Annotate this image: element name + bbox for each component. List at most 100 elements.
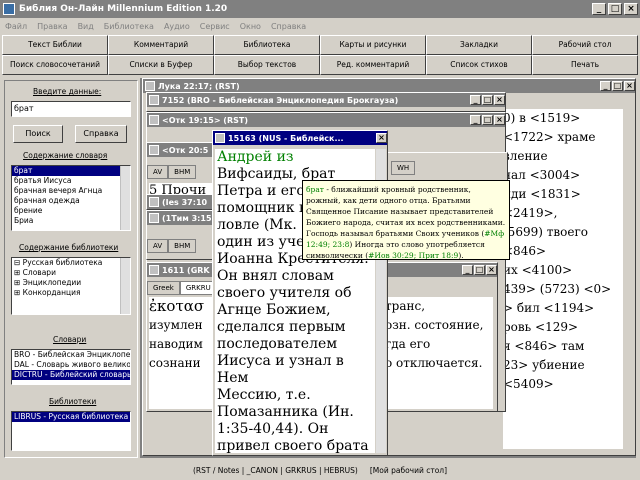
phrase-search-button[interactable]: Поиск словосочетаний bbox=[2, 55, 108, 75]
text-line: Иисуса и узнал в Нем bbox=[217, 353, 344, 386]
library-tree[interactable]: ⊟ Русская библиотека ⊞ Словари ⊞ Энцикло… bbox=[11, 257, 131, 315]
text-line: Он внял словам bbox=[217, 268, 334, 284]
tooltip-body: ). bbox=[458, 251, 464, 260]
text-line: вление bbox=[503, 149, 548, 163]
close-button[interactable]: × bbox=[624, 81, 635, 91]
close-button[interactable]: × bbox=[494, 115, 505, 125]
text-line: 0) в <1519> bbox=[503, 111, 581, 125]
close-button[interactable]: × bbox=[376, 133, 387, 143]
window-icon bbox=[145, 81, 155, 91]
libraries-list[interactable]: LIBRUS - Русская библиотека bbox=[11, 411, 131, 451]
menu-edit[interactable]: Правка bbox=[32, 22, 72, 31]
list-item[interactable]: DAL - Словарь живого велико bbox=[12, 360, 130, 370]
search-button[interactable]: Поиск bbox=[13, 125, 63, 143]
maximize-button[interactable]: □ bbox=[482, 115, 493, 125]
edit-commentary-button[interactable]: Ред. комментарий bbox=[320, 55, 426, 75]
library-contents-label: Содержание библиотеки bbox=[19, 243, 119, 252]
desktop-button[interactable]: Рабочий стол bbox=[532, 35, 638, 55]
tooltip-body: - ближайший кровный родственник, рожный,… bbox=[306, 185, 506, 238]
print-button[interactable]: Печать bbox=[532, 55, 638, 75]
scrollbar[interactable] bbox=[120, 258, 130, 314]
tab-av[interactable]: AV bbox=[147, 165, 169, 179]
window-icon bbox=[149, 115, 159, 125]
menu-view[interactable]: Вид bbox=[73, 22, 99, 31]
list-item[interactable]: брачная одежда bbox=[12, 196, 130, 206]
wh-window[interactable]: WH bbox=[370, 152, 508, 182]
list-item[interactable]: LIBRUS - Русская библиотека bbox=[12, 412, 130, 422]
maximize-button[interactable]: □ bbox=[608, 3, 622, 15]
scrollbar[interactable] bbox=[120, 166, 130, 230]
select-texts-button[interactable]: Выбор текстов bbox=[214, 55, 320, 75]
list-item[interactable]: DICTRU - Библейский словарь bbox=[12, 370, 130, 380]
tab-av[interactable]: AV bbox=[147, 239, 169, 253]
left-panel: Введите данные: брат Поиск Справка Содер… bbox=[4, 80, 138, 458]
menu-service[interactable]: Сервис bbox=[195, 22, 235, 31]
highlight-word[interactable]: Андрей из bbox=[217, 149, 294, 165]
list-item[interactable]: брачная вечеря Агнца bbox=[12, 186, 130, 196]
help-button[interactable]: Справка bbox=[75, 125, 127, 143]
maximize-button[interactable]: □ bbox=[482, 95, 493, 105]
library-button[interactable]: Библиотека bbox=[214, 35, 320, 55]
minimize-button[interactable]: _ bbox=[600, 81, 611, 91]
search-input[interactable]: брат bbox=[11, 101, 131, 117]
maximize-button[interactable]: □ bbox=[612, 81, 623, 91]
tree-item[interactable]: ⊞ Конкорданция bbox=[12, 288, 130, 298]
menu-window[interactable]: Окно bbox=[235, 22, 266, 31]
toolbar: Текст Библии Комментарий Библиотека Карт… bbox=[0, 34, 640, 76]
bible-text-button[interactable]: Текст Библии bbox=[2, 35, 108, 55]
window-icon bbox=[149, 213, 159, 223]
tab-wh[interactable]: WH bbox=[391, 161, 416, 175]
status-desktop: [Мой рабочий стол] bbox=[369, 465, 448, 475]
maximize-button[interactable]: □ bbox=[474, 265, 485, 275]
bro-title: 7152 (BRO - Библейская Энциклопедия Брок… bbox=[147, 93, 505, 107]
text-line: нал <3004> bbox=[503, 168, 581, 182]
minimize-button[interactable]: _ bbox=[470, 95, 481, 105]
minimize-button[interactable]: _ bbox=[462, 265, 473, 275]
text-line: своего учителя об bbox=[217, 285, 352, 301]
title-bar: Библия Он-Лайн Millennium Edition 1.20 _… bbox=[0, 0, 640, 18]
lists-to-buffer-button[interactable]: Списки в Буфер bbox=[108, 55, 214, 75]
bro-window[interactable]: 7152 (BRO - Библейская Энциклопедия Брок… bbox=[146, 92, 506, 112]
tab-bhm[interactable]: BHM bbox=[168, 165, 197, 179]
list-item[interactable]: братья Иисуса bbox=[12, 176, 130, 186]
text-line: наводим bbox=[149, 337, 203, 351]
maps-button[interactable]: Карты и рисунки bbox=[320, 35, 426, 55]
text-line: гда его bbox=[385, 337, 431, 351]
minimize-button[interactable]: _ bbox=[592, 3, 606, 15]
text-line: > бил <1194> bbox=[503, 301, 595, 315]
tree-item[interactable]: ⊞ Энциклопедии bbox=[12, 278, 130, 288]
tab-greek[interactable]: Greek bbox=[147, 281, 180, 295]
text-line: ровь <129> bbox=[503, 320, 579, 334]
tree-item[interactable]: ⊟ Русская библиотека bbox=[12, 258, 130, 268]
minimize-button[interactable]: _ bbox=[470, 115, 481, 125]
tooltip-ref[interactable]: #Иов 30:29; Прит 18:9 bbox=[368, 251, 458, 259]
dictionaries-list[interactable]: BRO - Библейская Энциклопедия DAL - Слов… bbox=[11, 349, 131, 385]
verse-list-button[interactable]: Список стихов bbox=[426, 55, 532, 75]
close-button[interactable]: × bbox=[494, 95, 505, 105]
menu-library[interactable]: Библиотека bbox=[99, 22, 159, 31]
close-button[interactable]: × bbox=[624, 3, 638, 15]
menu-help[interactable]: Справка bbox=[266, 22, 311, 31]
text-line: сделался первым bbox=[217, 319, 346, 335]
tree-item[interactable]: ⊞ Словари bbox=[12, 268, 130, 278]
menu-audio[interactable]: Аудио bbox=[159, 22, 195, 31]
definition-tooltip: брат - ближайший кровный родственник, ро… bbox=[302, 180, 510, 260]
list-item[interactable]: брат bbox=[12, 166, 130, 176]
version-tabs: WH bbox=[391, 161, 507, 175]
text-line: транс, bbox=[385, 299, 426, 313]
text-line: сознани bbox=[149, 356, 201, 370]
dictionary-list[interactable]: брат братья Иисуса брачная вечеря Агнца … bbox=[11, 165, 131, 231]
list-item[interactable]: BRO - Библейская Энциклопедия bbox=[12, 350, 130, 360]
tab-bhm[interactable]: BHM bbox=[168, 239, 197, 253]
nus-window[interactable]: 15163 (NUS - Библейск... × Андрей из Виф… bbox=[212, 130, 388, 456]
list-item[interactable]: Бриа bbox=[12, 216, 130, 226]
greek-text-area: ἐκοτασ изумлен наводим сознани bbox=[149, 297, 217, 409]
text-line: их <4100> bbox=[503, 263, 573, 277]
list-item[interactable]: брение bbox=[12, 206, 130, 216]
close-button[interactable]: × bbox=[486, 265, 497, 275]
text-line: Андрей из bbox=[217, 149, 375, 166]
commentary-button[interactable]: Комментарий bbox=[108, 35, 214, 55]
window-icon bbox=[149, 265, 159, 275]
bookmarks-button[interactable]: Закладки bbox=[426, 35, 532, 55]
menu-file[interactable]: Файл bbox=[0, 22, 32, 31]
